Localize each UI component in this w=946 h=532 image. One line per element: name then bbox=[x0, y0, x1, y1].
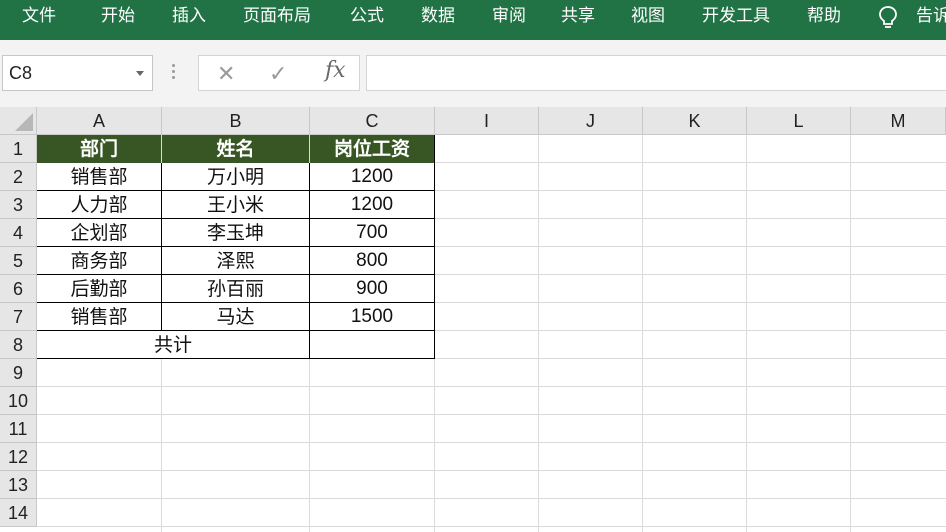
insert-function-icon[interactable]: fx bbox=[325, 58, 346, 83]
row-header-12[interactable]: 12 bbox=[0, 443, 37, 471]
column-header-m[interactable]: M bbox=[851, 107, 946, 135]
cell-b3[interactable]: 王小米 bbox=[162, 191, 309, 219]
cell-a5[interactable]: 商务部 bbox=[37, 247, 161, 275]
column-header-l[interactable]: L bbox=[747, 107, 851, 135]
gridline bbox=[538, 135, 539, 532]
menu-share[interactable]: 共享 bbox=[561, 0, 595, 34]
table-border bbox=[161, 163, 162, 331]
table-border bbox=[37, 302, 435, 303]
confirm-check-icon[interactable]: ✓ bbox=[269, 62, 287, 87]
cell-b6[interactable]: 孙百丽 bbox=[162, 275, 309, 303]
menu-insert[interactable]: 插入 bbox=[172, 0, 206, 34]
menu-page-layout[interactable]: 页面布局 bbox=[243, 0, 311, 34]
menu-home[interactable]: 开始 bbox=[101, 0, 135, 34]
spreadsheet-grid: A B C I J K L M 1 2 3 4 5 6 7 8 9 10 11 … bbox=[0, 107, 946, 532]
table-border bbox=[434, 135, 435, 359]
formula-bar: C8 ✕ ✓ fx bbox=[0, 40, 946, 107]
cell-c2[interactable]: 1200 bbox=[310, 163, 434, 191]
cell-c5[interactable]: 800 bbox=[310, 247, 434, 275]
column-header-a[interactable]: A bbox=[37, 107, 162, 135]
row-header-1[interactable]: 1 bbox=[0, 135, 37, 163]
gridline bbox=[37, 386, 946, 387]
column-header-i[interactable]: I bbox=[435, 107, 539, 135]
column-header-b[interactable]: B bbox=[162, 107, 310, 135]
cell-c1[interactable]: 岗位工资 bbox=[310, 135, 434, 163]
cell-a6[interactable]: 后勤部 bbox=[37, 275, 161, 303]
formula-buttons: ✕ ✓ fx bbox=[198, 55, 360, 91]
cell-b7[interactable]: 马达 bbox=[162, 303, 309, 331]
cell-b2[interactable]: 万小明 bbox=[162, 163, 309, 191]
row-header-11[interactable]: 11 bbox=[0, 415, 37, 443]
row-header-9[interactable]: 9 bbox=[0, 359, 37, 387]
table-border bbox=[37, 358, 435, 359]
row-header-4[interactable]: 4 bbox=[0, 219, 37, 247]
gridline bbox=[37, 414, 946, 415]
gridline bbox=[850, 135, 851, 532]
cell-c4[interactable]: 700 bbox=[310, 219, 434, 247]
name-box[interactable]: C8 bbox=[2, 55, 153, 91]
table-border bbox=[309, 163, 310, 359]
cell-b1[interactable]: 姓名 bbox=[162, 135, 309, 163]
lightbulb-icon[interactable] bbox=[876, 4, 900, 32]
formula-input[interactable] bbox=[366, 55, 946, 91]
table-border bbox=[37, 330, 435, 331]
cell-a1[interactable]: 部门 bbox=[37, 135, 161, 163]
cell-a8-merged[interactable]: 共计 bbox=[37, 331, 309, 359]
menu-formulas[interactable]: 公式 bbox=[350, 0, 384, 34]
cell-b5[interactable]: 泽熙 bbox=[162, 247, 309, 275]
cell-c8-selected[interactable] bbox=[310, 331, 434, 359]
cell-a4[interactable]: 企划部 bbox=[37, 219, 161, 247]
column-header-c[interactable]: C bbox=[310, 107, 435, 135]
drag-handle-icon[interactable] bbox=[172, 64, 176, 82]
menu-data[interactable]: 数据 bbox=[421, 0, 455, 34]
menu-review[interactable]: 审阅 bbox=[492, 0, 526, 34]
gridline bbox=[37, 470, 946, 471]
row-header-6[interactable]: 6 bbox=[0, 275, 37, 303]
name-box-value: C8 bbox=[9, 63, 33, 83]
cell-c3[interactable]: 1200 bbox=[310, 191, 434, 219]
gridline bbox=[37, 498, 946, 499]
cell-b4[interactable]: 李玉坤 bbox=[162, 219, 309, 247]
table-border bbox=[37, 274, 435, 275]
row-header-10[interactable]: 10 bbox=[0, 387, 37, 415]
row-header-3[interactable]: 3 bbox=[0, 191, 37, 219]
menu-view[interactable]: 视图 bbox=[631, 0, 665, 34]
gridline bbox=[37, 442, 946, 443]
row-header-14[interactable]: 14 bbox=[0, 499, 37, 527]
menu-developer[interactable]: 开发工具 bbox=[702, 0, 770, 34]
select-all-button[interactable] bbox=[0, 107, 37, 135]
row-header-5[interactable]: 5 bbox=[0, 247, 37, 275]
cell-c7[interactable]: 1500 bbox=[310, 303, 434, 331]
table-border bbox=[37, 246, 435, 247]
ribbon-menu-bar: 文件 开始 插入 页面布局 公式 数据 审阅 共享 视图 开发工具 帮助 告诉 bbox=[0, 0, 946, 40]
cell-a7[interactable]: 销售部 bbox=[37, 303, 161, 331]
row-header-8[interactable]: 8 bbox=[0, 331, 37, 359]
row-header-7[interactable]: 7 bbox=[0, 303, 37, 331]
row-header-13[interactable]: 13 bbox=[0, 471, 37, 499]
select-all-triangle-icon bbox=[15, 113, 33, 131]
cell-a2[interactable]: 销售部 bbox=[37, 163, 161, 191]
menu-help[interactable]: 帮助 bbox=[807, 0, 841, 34]
gridline bbox=[37, 526, 946, 527]
gridline bbox=[642, 135, 643, 532]
tell-me-search[interactable]: 告诉 bbox=[916, 0, 946, 34]
cell-a3[interactable]: 人力部 bbox=[37, 191, 161, 219]
menu-file[interactable]: 文件 bbox=[22, 0, 56, 34]
table-border bbox=[37, 190, 435, 191]
table-border bbox=[37, 218, 435, 219]
cell-c6[interactable]: 900 bbox=[310, 275, 434, 303]
gridline bbox=[746, 135, 747, 532]
cancel-x-icon[interactable]: ✕ bbox=[217, 62, 235, 87]
column-header-j[interactable]: J bbox=[539, 107, 643, 135]
column-header-k[interactable]: K bbox=[643, 107, 747, 135]
chevron-down-icon[interactable] bbox=[136, 71, 144, 76]
row-header-2[interactable]: 2 bbox=[0, 163, 37, 191]
